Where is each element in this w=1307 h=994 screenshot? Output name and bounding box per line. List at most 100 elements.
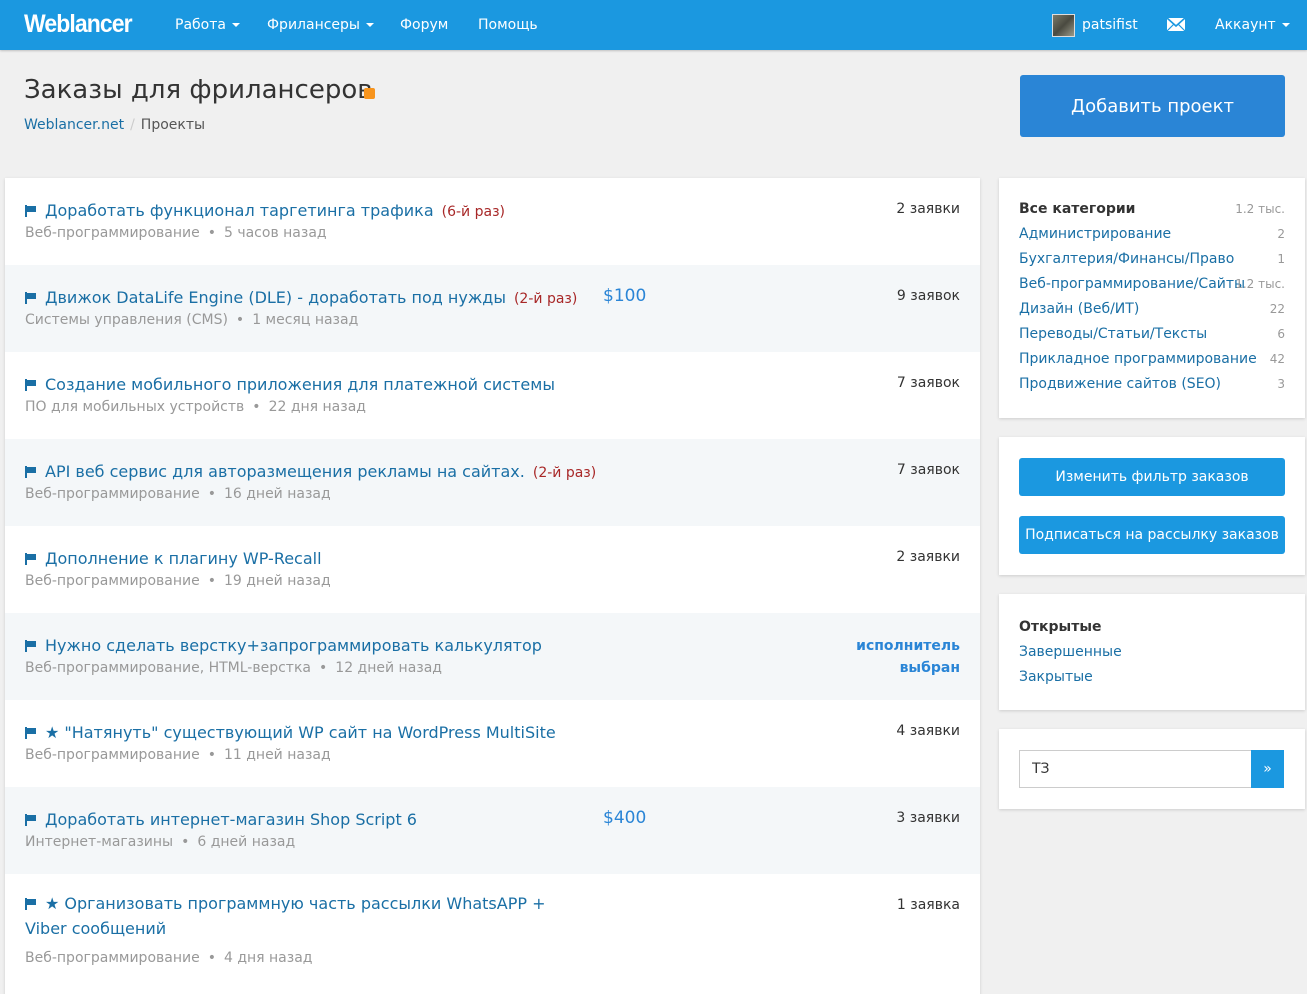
list-item: API веб сервис для авторазмещения реклам… [5, 439, 980, 526]
chevron-down-icon [231, 23, 240, 27]
project-title-link[interactable]: ★ Организовать программную часть рассылки… [25, 891, 585, 941]
flag-icon [25, 553, 37, 565]
status-filter-panel: Открытые Завершенные Закрытые [999, 594, 1305, 710]
project-time: 4 дня назад [223, 950, 313, 966]
project-time: 11 дней назад [223, 747, 331, 763]
project-title-link[interactable]: Создание мобильного приложения для плате… [25, 375, 555, 395]
project-title-link[interactable]: API веб сервис для авторазмещения реклам… [25, 462, 596, 483]
project-category[interactable]: Веб-программирование [25, 950, 200, 966]
project-meta: Системы управления (CMS) • 1 месяц назад [25, 312, 359, 328]
project-category[interactable]: Веб-программирование, HTML-верстка [25, 660, 311, 676]
status-open[interactable]: Открытые [1019, 619, 1101, 635]
category-count: 1 [1277, 252, 1285, 266]
nav-forum[interactable]: Форум [400, 17, 448, 33]
category-count: 1.2 тыс. [1235, 277, 1285, 291]
project-title-link[interactable]: ★ "Натянуть" существующий WP сайт на Word… [25, 723, 556, 743]
category-item[interactable]: Бухгалтерия/Финансы/Право 1 [1019, 251, 1285, 267]
status-closed[interactable]: Закрытые [1019, 669, 1093, 685]
category-panel: Все категории 1.2 тыс. Администрирование 2… [999, 178, 1305, 418]
search-button[interactable]: » [1251, 750, 1284, 788]
category-item[interactable]: Прикладное программирование 42 [1019, 351, 1285, 367]
nav-help[interactable]: Помощь [478, 17, 538, 33]
category-all[interactable]: Все категории 1.2 тыс. [1019, 201, 1285, 217]
bid-count: 7 заявок [896, 375, 960, 391]
account-menu[interactable]: Аккаунт [1215, 17, 1290, 33]
breadcrumb-home[interactable]: Weblancer.net [24, 117, 124, 133]
project-title: Движок DataLife Engine (DLE) - доработат… [45, 288, 506, 307]
project-title: Нужно сделать верстку+запрограммировать … [45, 636, 542, 655]
nav-freelancers-label: Фрилансеры [267, 17, 360, 33]
category-item[interactable]: Веб-программирование/Сайты 1.2 тыс. [1019, 276, 1285, 292]
flag-icon [25, 640, 37, 652]
subscribe-button[interactable]: Подписаться на рассылку заказов [1019, 516, 1285, 554]
category-item[interactable]: Продвижение сайтов (SEO) 3 [1019, 376, 1285, 392]
rss-icon[interactable] [364, 88, 375, 99]
list-item: Доработать функционал таргетинга трафика… [5, 178, 980, 265]
flag-icon [25, 814, 37, 826]
project-time: 1 месяц назад [252, 312, 359, 328]
category-label: Веб-программирование/Сайты [1019, 276, 1246, 292]
status-completed[interactable]: Завершенные [1019, 644, 1122, 660]
project-title: "Натянуть" существующий WP сайт на WordP… [64, 723, 556, 742]
breadcrumb-separator: / [130, 117, 135, 133]
bid-count: 2 заявки [896, 549, 960, 565]
avatar[interactable] [1052, 14, 1075, 37]
category-count: 3 [1277, 377, 1285, 391]
project-meta: Веб-программирование • 11 дней назад [25, 747, 331, 763]
category-item[interactable]: Администрирование 2 [1019, 226, 1285, 242]
project-meta: Интернет-магазины • 6 дней назад [25, 834, 296, 850]
star-icon: ★ [45, 723, 60, 742]
category-count: 2 [1277, 227, 1285, 241]
project-category[interactable]: ПО для мобильных устройств [25, 399, 244, 415]
project-category[interactable]: Веб-программирование [25, 747, 200, 763]
change-filter-button[interactable]: Изменить фильтр заказов [1019, 458, 1285, 496]
bid-count: 7 заявок [896, 462, 960, 478]
category-label: Дизайн (Веб/ИТ) [1019, 301, 1140, 317]
project-title-link[interactable]: Движок DataLife Engine (DLE) - доработат… [25, 288, 577, 309]
project-category[interactable]: Интернет-магазины [25, 834, 173, 850]
project-time: 6 дней назад [197, 834, 296, 850]
repeat-badge: (6-й раз) [441, 204, 505, 220]
list-item: Доработать интернет-магазин Shop Script … [5, 787, 980, 874]
flag-icon [25, 727, 37, 739]
chevron-down-icon [365, 23, 374, 27]
project-category[interactable]: Веб-программирование [25, 573, 200, 589]
project-title-link[interactable]: Дополнение к плагину WP-Recall [25, 549, 322, 569]
list-item: ★ "Натянуть" существующий WP сайт на Word… [5, 700, 980, 787]
search-panel: » [999, 729, 1305, 809]
project-time: 22 дня назад [268, 399, 366, 415]
bid-count: 2 заявки [896, 201, 960, 217]
mail-icon[interactable] [1166, 16, 1186, 33]
flag-icon [25, 292, 37, 304]
project-time: 19 дней назад [223, 573, 331, 589]
project-category[interactable]: Веб-программирование [25, 225, 200, 241]
category-count: 6 [1277, 327, 1285, 341]
project-title: Доработать функционал таргетинга трафика [45, 201, 434, 220]
project-meta: Веб-программирование • 5 часов назад [25, 225, 327, 241]
list-item: Нужно сделать верстку+запрограммировать … [5, 613, 980, 700]
category-label: Переводы/Статьи/Тексты [1019, 326, 1208, 342]
status-line: исполнитель [856, 638, 960, 654]
project-meta: ПО для мобильных устройств • 22 дня назад [25, 399, 366, 415]
breadcrumb: Weblancer.net / Проекты [24, 117, 205, 133]
list-item: ★ Организовать программную часть рассылки… [5, 874, 980, 988]
nav-work[interactable]: Работа [175, 17, 240, 33]
category-item[interactable]: Переводы/Статьи/Тексты 6 [1019, 326, 1285, 342]
project-title-link[interactable]: Доработать интернет-магазин Shop Script … [25, 810, 417, 830]
status-badge: исполнитель выбран [856, 635, 960, 679]
category-label: Администрирование [1019, 226, 1172, 242]
project-title-link[interactable]: Доработать функционал таргетинга трафика… [25, 201, 505, 222]
username-link[interactable]: patsifist [1082, 17, 1138, 33]
project-category[interactable]: Веб-программирование [25, 486, 200, 502]
page-title: Заказы для фрилансеров [24, 75, 373, 105]
project-title: Дополнение к плагину WP-Recall [45, 549, 322, 568]
logo[interactable]: Weblancer [24, 10, 133, 39]
project-price: $100 [603, 286, 647, 306]
add-project-button[interactable]: Добавить проект [1020, 75, 1285, 137]
nav-freelancers[interactable]: Фрилансеры [267, 17, 374, 33]
bid-count: 3 заявки [896, 810, 960, 826]
project-title-link[interactable]: Нужно сделать верстку+запрограммировать … [25, 636, 542, 656]
category-item[interactable]: Дизайн (Веб/ИТ) 22 [1019, 301, 1285, 317]
search-input[interactable] [1019, 750, 1252, 788]
project-category[interactable]: Системы управления (CMS) [25, 312, 228, 328]
